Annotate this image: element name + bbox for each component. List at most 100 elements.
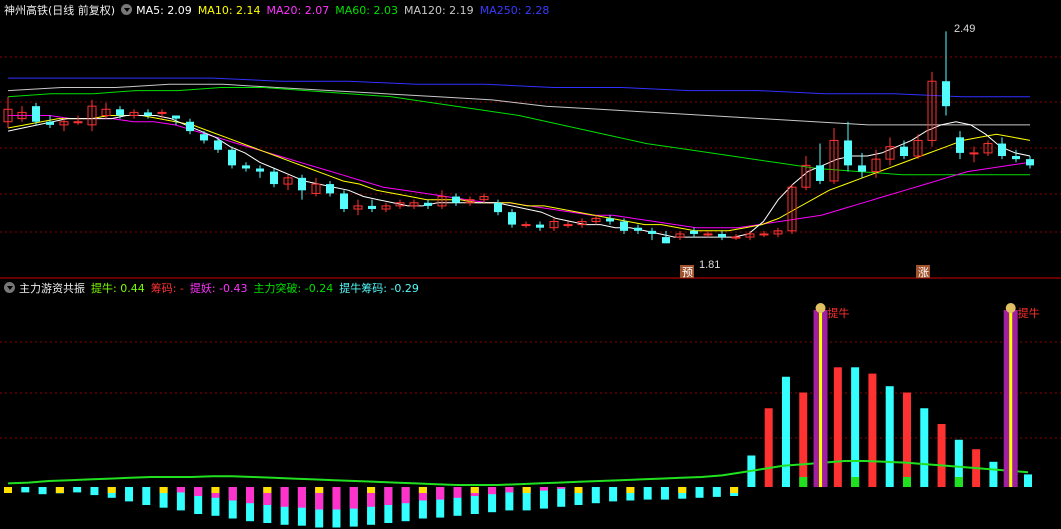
cyan-bar — [1024, 474, 1032, 487]
magenta-bar — [436, 487, 445, 500]
magenta-bar — [228, 487, 237, 501]
candle-down — [256, 168, 264, 172]
chart-title: 神州高铁(日线 前复权) — [4, 4, 116, 17]
yellow-cap — [263, 487, 272, 493]
candle-down — [340, 193, 348, 210]
red-bar — [799, 392, 808, 487]
candle-down — [298, 177, 306, 191]
magenta-bar — [557, 487, 566, 489]
candle-down — [214, 140, 222, 150]
candle-down — [718, 233, 726, 238]
yellow-cap — [470, 487, 479, 493]
magenta-bar — [401, 487, 410, 504]
candle-down — [186, 121, 194, 132]
candle-down — [46, 121, 54, 125]
chevron-down-icon[interactable] — [4, 282, 15, 293]
candle-down — [998, 143, 1006, 157]
candle-down — [452, 196, 460, 203]
zhuli-value: 主力突破: -0.24 — [253, 282, 334, 295]
candle-down — [844, 140, 852, 166]
magenta-bar — [384, 487, 393, 505]
red-bar — [764, 408, 773, 487]
candle-down — [858, 165, 866, 172]
tiniu-value: 提牛: 0.44 — [91, 282, 145, 295]
high-price-label: 2.49 — [954, 23, 975, 35]
cyan-bar — [142, 487, 151, 505]
candle-up — [157, 111, 167, 114]
magenta-bar — [246, 487, 255, 504]
cyan-bar — [660, 487, 669, 500]
green-cap — [851, 477, 860, 487]
cyan-bar — [885, 386, 894, 487]
magenta-bar — [297, 487, 306, 508]
candle-down — [1012, 156, 1020, 160]
candlestick-panel[interactable] — [3, 31, 1034, 244]
candle-down — [536, 224, 544, 228]
magenta-bar — [488, 487, 497, 495]
candle-down — [620, 221, 628, 231]
high-marker-badge: 涨 — [916, 265, 930, 279]
cyan-bar — [695, 487, 704, 498]
red-bar — [868, 373, 877, 487]
yellow-cap — [315, 487, 324, 493]
green-cap — [902, 477, 911, 487]
yellow-cap — [678, 487, 687, 493]
chevron-down-icon[interactable] — [121, 4, 133, 15]
stock-chart[interactable]: 提牛 提牛 2.49 1.81 预 涨 — [0, 0, 1061, 529]
candle-down — [424, 202, 432, 206]
candle-down — [368, 205, 376, 210]
cyan-bar — [557, 487, 566, 507]
candle-down — [662, 237, 670, 244]
ma5-line — [7, 115, 1031, 238]
candle-down — [116, 109, 124, 116]
cyan-bar — [989, 461, 998, 487]
candle-down — [606, 218, 614, 222]
candle-down — [228, 149, 236, 166]
indicator-title: 主力游资共振 — [19, 282, 85, 295]
high-marker-text: 涨 — [918, 266, 929, 279]
magenta-bar — [505, 487, 514, 493]
magenta-bar — [280, 487, 289, 507]
candle-up — [759, 233, 769, 236]
yellow-cap — [159, 487, 168, 493]
cyan-bar — [609, 487, 618, 502]
money-bag-icon — [815, 303, 826, 313]
indicator-panel[interactable]: 提牛 提牛 — [4, 303, 1040, 528]
chouma-value: 筹码: - — [150, 282, 184, 295]
tiniuchouma-value: 提牛筹码: -0.29 — [339, 282, 419, 295]
yellow-cap — [4, 487, 12, 493]
red-bar — [937, 424, 946, 487]
cyan-bar — [73, 487, 82, 493]
candle-up — [73, 121, 83, 124]
candle-down — [32, 106, 40, 122]
candle-up — [563, 224, 573, 227]
ma60-value: MA60: 2.03 — [335, 4, 398, 17]
low-marker-badge: 预 — [680, 265, 694, 279]
candle-up — [731, 236, 741, 239]
yellow-cap — [367, 487, 376, 493]
yellow-cap — [626, 487, 635, 493]
candle-up — [703, 233, 713, 236]
ma120-value: MA120: 2.19 — [403, 4, 474, 17]
candle-down — [508, 212, 516, 225]
ma60-line — [7, 87, 1030, 176]
candle-down — [648, 230, 656, 234]
ma250-line — [8, 77, 1030, 98]
cyan-bar — [643, 487, 652, 500]
magenta-bar — [349, 487, 358, 509]
yellow-cap — [55, 487, 64, 493]
cyan-bar — [781, 376, 790, 487]
ma250-value: MA250: 2.28 — [479, 4, 550, 17]
candle-down — [634, 227, 642, 231]
candle-down — [816, 165, 824, 181]
candle-down — [690, 230, 698, 234]
magenta-bar — [453, 487, 462, 498]
candle-down — [494, 202, 502, 213]
grid-lines — [0, 56, 1061, 439]
magenta-bar — [539, 487, 548, 491]
candle-up — [969, 152, 979, 155]
magenta-bar — [332, 487, 341, 510]
green-cap — [954, 477, 963, 487]
candle-down — [1026, 159, 1034, 166]
candle-down — [956, 137, 964, 153]
